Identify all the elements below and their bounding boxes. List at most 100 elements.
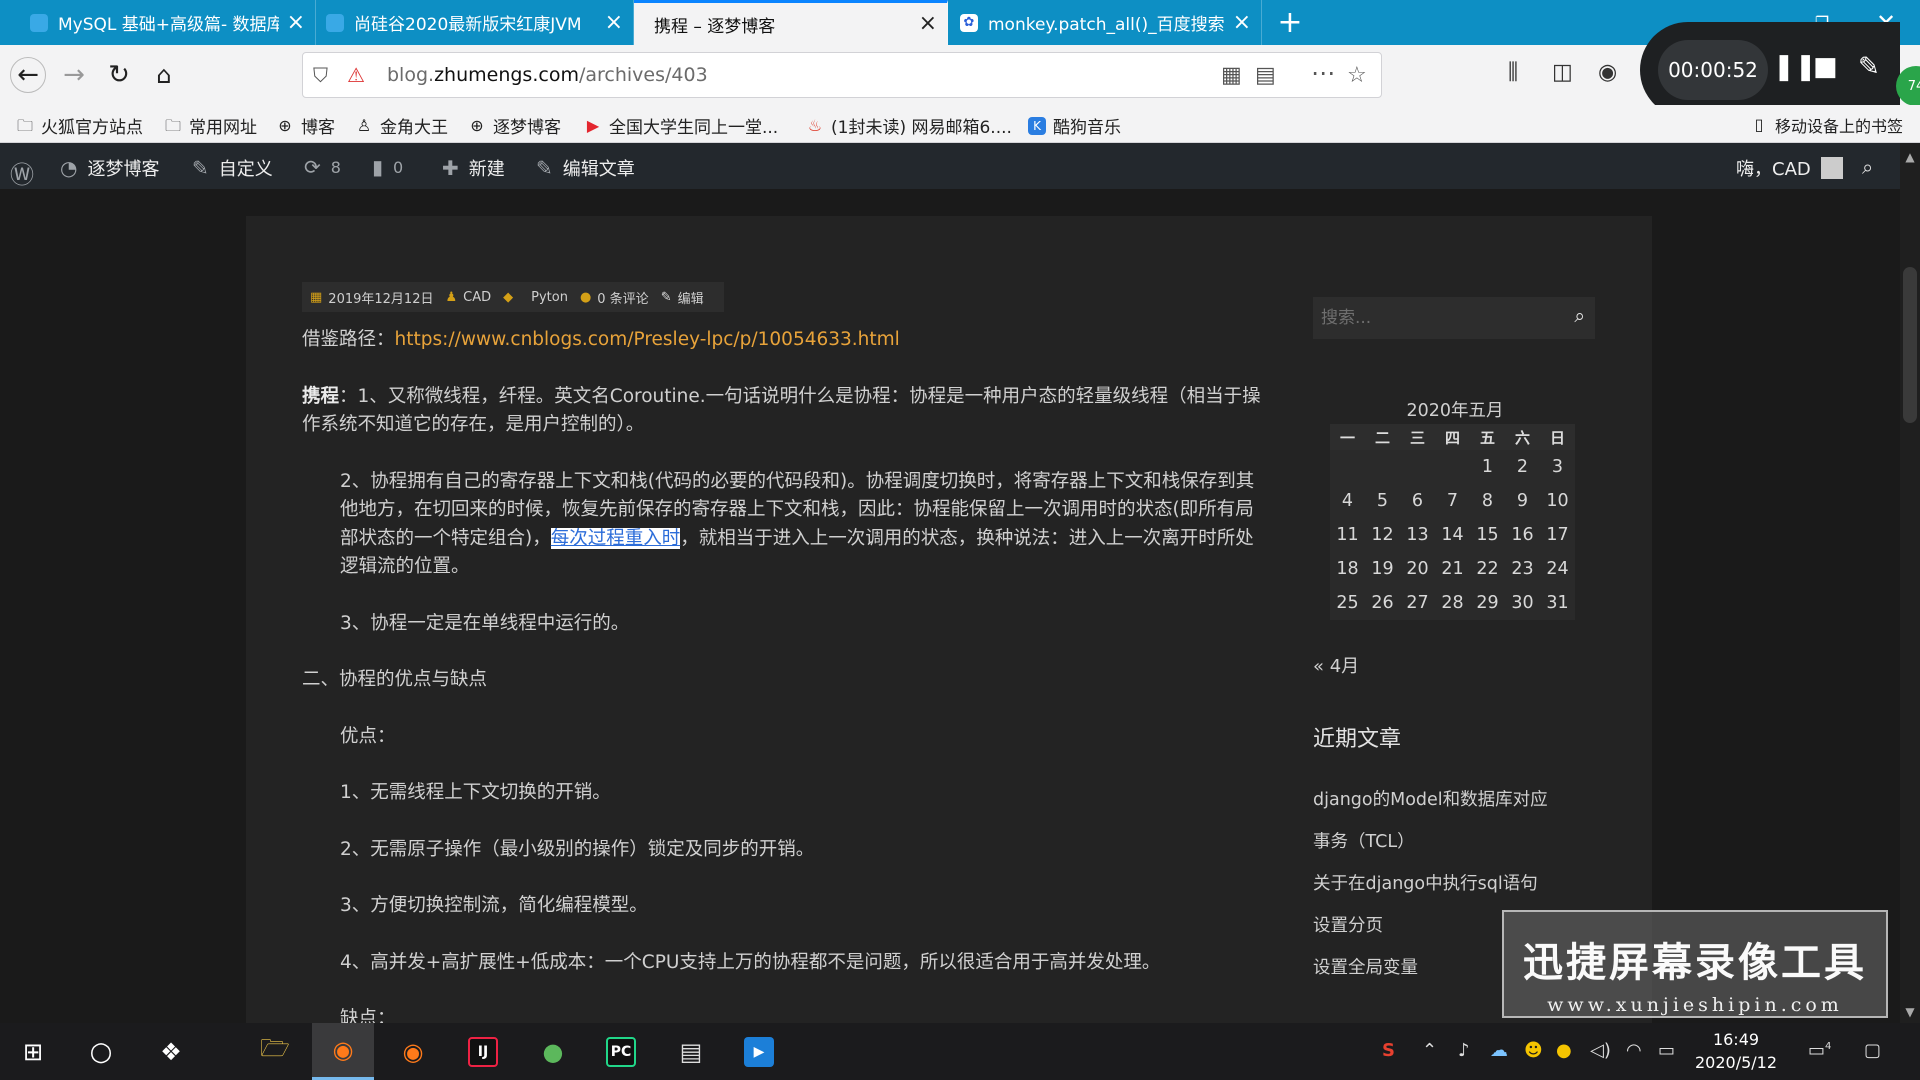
calendar-day: 29 [1470, 586, 1505, 620]
wp-customize[interactable]: ✎ 自定义 [192, 155, 273, 181]
bookmark-firefox[interactable]: 🗀 火狐官方站点 [16, 113, 143, 138]
library-icon[interactable]: ⫼ [1508, 60, 1518, 85]
tab-jvm[interactable]: 尚硅谷2020最新版宋红康JVM × [316, 0, 634, 45]
scroll-down-icon[interactable]: ▼ [1903, 1005, 1917, 1019]
new-tab-button[interactable]: + [1270, 0, 1310, 45]
bookmark-star-icon[interactable]: ☆ [1347, 63, 1367, 88]
volume-icon[interactable]: ◁) [1590, 1040, 1611, 1061]
intellij-icon[interactable]: IJ [452, 1023, 514, 1080]
wp-comments[interactable]: ▮ 0 [372, 155, 403, 179]
play-icon: ▶ [586, 115, 600, 135]
close-icon[interactable]: × [605, 11, 623, 34]
bookmark-zhumeng[interactable]: ⊕ 逐梦博客 [468, 113, 561, 138]
reader-view-icon[interactable]: ▤ [1255, 63, 1276, 88]
navigation-toolbar: ← → ↻ ⌂ ⛉ ⚠ blog.zhumengs.com/archives/4… [0, 45, 1920, 105]
tab-baidu-search[interactable]: ✿ monkey.patch_all()_百度搜索 × [950, 0, 1262, 45]
keyboard-icon[interactable]: ▭ [1658, 1040, 1675, 1061]
scroll-up-icon[interactable]: ▲ [1903, 150, 1917, 164]
action-center-icon[interactable]: ▢ [1864, 1040, 1881, 1061]
notifications-count[interactable]: ▭4 [1808, 1040, 1831, 1061]
system-clock[interactable]: 16:49 2020/5/12 [1695, 1028, 1777, 1074]
pen-icon[interactable]: ✎ [1858, 52, 1880, 82]
qr-code-icon[interactable]: ▦ [1221, 63, 1242, 88]
updates-icon: ⟳ [304, 155, 321, 179]
bookmark-college-class[interactable]: ▶ 全国大学生同上一堂... [584, 113, 778, 138]
show-hidden-icons-icon[interactable]: ⌃ [1422, 1040, 1437, 1061]
recent-post-link[interactable]: django的Model和数据库对应 [1313, 786, 1548, 811]
reference-link[interactable]: https://www.cnblogs.com/Presley-lpc/p/10… [395, 329, 900, 350]
search-input[interactable] [1321, 305, 1541, 331]
wp-new[interactable]: ✚ 新建 [442, 155, 505, 181]
document-icon[interactable]: ▤ [660, 1023, 722, 1080]
account-icon[interactable]: ◉ [1598, 60, 1617, 85]
bookmark-jinjiao[interactable]: ♙ 金角大王 [355, 113, 448, 138]
qq-icon[interactable]: ☻ [1524, 1040, 1543, 1061]
tab-mysql[interactable]: MySQL 基础+高级篇- 数据库 × [20, 0, 316, 45]
post-edit[interactable]: ✎ 编辑 [661, 288, 704, 307]
file-explorer-icon[interactable]: 🗁 [244, 1023, 306, 1080]
wp-user-menu[interactable]: 嗨，CAD [1736, 155, 1843, 181]
post-date[interactable]: ▦ 2019年12月12日 [310, 288, 433, 307]
weekday-header: 日 [1540, 424, 1575, 450]
user-icon: ♙ [356, 115, 372, 135]
home-icon[interactable]: ⌂ [146, 57, 182, 93]
selected-text[interactable]: 每次过程重入时 [550, 527, 681, 549]
bookmark-kugou[interactable]: K 酷狗音乐 [1028, 113, 1121, 138]
wp-updates[interactable]: ⟳ 8 [304, 155, 341, 179]
more-actions-icon[interactable]: ⋯ [1311, 59, 1335, 87]
address-bar[interactable]: ⛉ ⚠ blog.zhumengs.com/archives/403 ▦ ▤ ⋯… [302, 52, 1382, 98]
mobile-bookmarks[interactable]: ▯ 移动设备上的书签 [1750, 113, 1903, 137]
pause-icon[interactable]: ❚❚ [1773, 52, 1817, 82]
wp-edit-post[interactable]: ✎ 编辑文章 [536, 155, 635, 181]
wp-search[interactable]: ⌕ [1862, 155, 1883, 179]
cortana-icon[interactable]: ○ [70, 1023, 132, 1080]
recent-post-link[interactable]: 关于在django中执行sql语句 [1313, 870, 1538, 895]
cloud-icon[interactable]: ☁ [1490, 1040, 1508, 1061]
bookmark-common-sites[interactable]: 🗀 常用网址 [164, 113, 257, 138]
calendar-day: 24 [1540, 552, 1575, 586]
bookmark-blog[interactable]: ⊕ 博客 [276, 113, 335, 138]
shield-icon[interactable]: ⛉ [313, 63, 328, 87]
task-view-icon[interactable]: ❖ [140, 1023, 202, 1080]
tab-current-post[interactable]: 携程 – 逐梦博客 × [634, 0, 948, 45]
wifi-icon[interactable]: ◠ [1626, 1040, 1642, 1061]
reload-icon[interactable]: ↻ [101, 57, 137, 93]
post-tag[interactable]: Pyton [531, 290, 568, 305]
search-icon[interactable]: ⌕ [1574, 305, 1585, 327]
weekday-header: 三 [1400, 424, 1435, 450]
firefox-alt-icon[interactable]: ◉ [382, 1023, 444, 1080]
post-author[interactable]: ♟ CAD [445, 290, 491, 305]
sidebar-icon[interactable]: ◫ [1552, 60, 1573, 85]
windows-start-icon[interactable]: ⊞ [2, 1023, 64, 1080]
close-icon[interactable]: × [287, 11, 305, 34]
post-content: 借鉴路径：https://www.cnblogs.com/Presley-lpc… [302, 326, 1262, 1034]
calendar-day: 10 [1540, 484, 1575, 518]
wp-site-name[interactable]: ◔ 逐梦博客 [60, 155, 159, 181]
recent-post-link[interactable]: 设置全局变量 [1313, 954, 1418, 979]
bookmark-netease-mail[interactable]: ♨ (1封未读) 网易邮箱6.... [806, 113, 1012, 138]
sogou-ime-icon[interactable]: S [1382, 1040, 1395, 1061]
wordpress-logo[interactable]: Ⓦ [10, 155, 44, 190]
insecure-lock-icon[interactable]: ⚠ [347, 63, 365, 87]
back-icon[interactable]: ← [10, 57, 46, 93]
post-comments[interactable]: ● 0 条评论 [580, 288, 649, 307]
pros-item: 4、高并发+高扩展性+低成本：一个CPU支持上万的协程都不是问题，所以很适合用于… [340, 951, 1161, 973]
recent-post-link[interactable]: 事务（TCL） [1313, 828, 1415, 853]
firefox-icon[interactable]: ◉ [312, 1023, 374, 1080]
tray-app-icon[interactable]: ● [1556, 1040, 1572, 1061]
tab-label: 尚硅谷2020最新版宋红康JVM [354, 15, 582, 35]
url-text[interactable]: blog.zhumengs.com/archives/403 [387, 64, 708, 86]
stop-icon[interactable]: ■ [1813, 52, 1838, 82]
pycharm-icon[interactable]: PC [590, 1023, 652, 1080]
recent-post-link[interactable]: 设置分页 [1313, 912, 1383, 937]
wordpress-icon: Ⓦ [10, 161, 34, 189]
scrollbar-thumb[interactable] [1903, 267, 1917, 423]
mobile-icon: ▯ [1754, 115, 1764, 134]
wechat-icon[interactable]: ● [522, 1023, 584, 1080]
calendar-prev-month[interactable]: « 4月 [1313, 652, 1359, 678]
screen-recorder-icon[interactable]: ▶ [728, 1023, 790, 1080]
forward-icon[interactable]: → [56, 57, 92, 93]
close-icon[interactable]: × [919, 13, 937, 35]
notification-bell-icon[interactable]: ♪ [1458, 1040, 1470, 1061]
close-icon[interactable]: × [1233, 11, 1251, 34]
